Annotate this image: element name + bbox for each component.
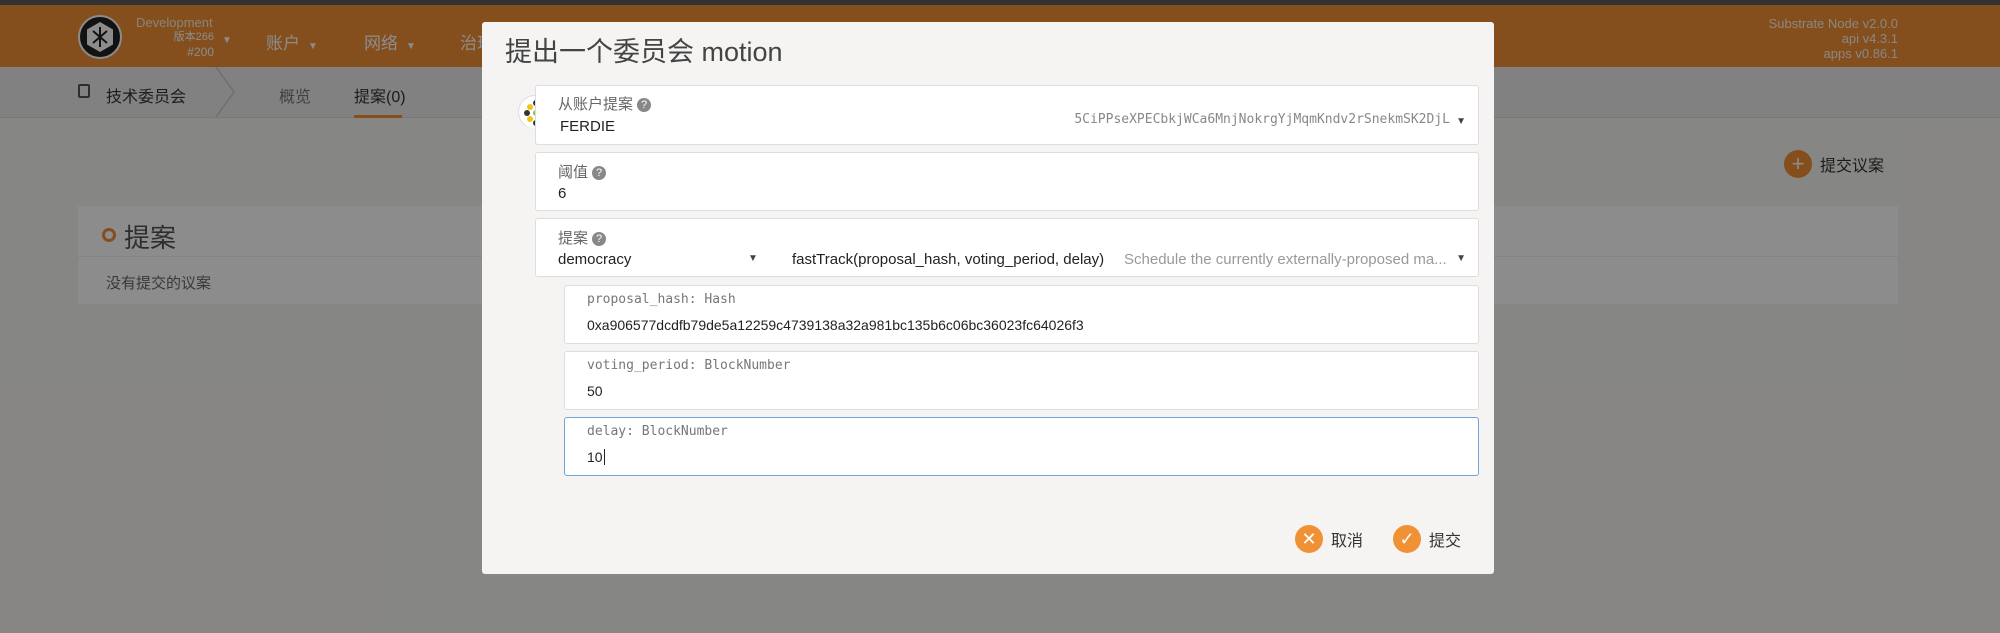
chevron-down-icon[interactable]: ▼ [1456, 253, 1466, 264]
proposal-hash-input[interactable]: proposal_hash: Hash 0xa906577dcdfb79de5a… [564, 285, 1479, 344]
account-name: FERDIE [560, 118, 616, 135]
param-label: voting_period: BlockNumber [587, 358, 791, 373]
module-select[interactable]: democracy [558, 251, 631, 268]
check-icon: ✓ [1393, 525, 1421, 553]
chevron-down-icon[interactable]: ▼ [748, 253, 758, 264]
param-value: 0xa906577dcdfb79de5a12259c4739138a32a981… [587, 317, 1084, 333]
param-label: proposal_hash: Hash [587, 292, 736, 307]
modal-title: 提出一个委员会 motion [505, 37, 783, 67]
threshold-label: 阈值? [558, 161, 607, 182]
account-label: 从账户提案? [558, 93, 652, 114]
cancel-button[interactable]: ✕ 取消 [1295, 525, 1363, 553]
proposal-extrinsic-field: 提案? democracy ▼ fastTrack(proposal_hash,… [535, 218, 1479, 277]
propose-motion-modal: 提出一个委员会 motion 从账户提案? FERDIE 5CiPPseXPEC… [482, 22, 1494, 574]
help-icon[interactable]: ? [592, 232, 607, 247]
threshold-input[interactable]: 阈值? 6 [535, 152, 1479, 211]
help-icon[interactable]: ? [637, 98, 652, 113]
param-value: 50 [587, 383, 603, 399]
threshold-value: 6 [558, 185, 567, 202]
close-icon: ✕ [1295, 525, 1323, 553]
submit-button[interactable]: ✓ 提交 [1393, 525, 1461, 553]
account-address: 5CiPPseXPECbkjWCa6MnjNokrgYjMqmKndv2rSne… [1074, 112, 1450, 127]
param-value: 10 [587, 449, 605, 465]
delay-input[interactable]: delay: BlockNumber 10 [564, 417, 1479, 476]
account-select[interactable]: 从账户提案? FERDIE 5CiPPseXPECbkjWCa6MnjNokrg… [535, 85, 1479, 145]
chevron-down-icon: ▼ [1456, 116, 1466, 127]
text-cursor [603, 449, 605, 465]
voting-period-input[interactable]: voting_period: BlockNumber 50 [564, 351, 1479, 410]
proposal-label: 提案? [558, 227, 607, 248]
method-select[interactable]: fastTrack(proposal_hash, voting_period, … [792, 251, 1104, 268]
param-label: delay: BlockNumber [587, 424, 728, 439]
help-icon[interactable]: ? [592, 166, 607, 181]
method-description: Schedule the currently externally-propos… [1124, 251, 1447, 268]
